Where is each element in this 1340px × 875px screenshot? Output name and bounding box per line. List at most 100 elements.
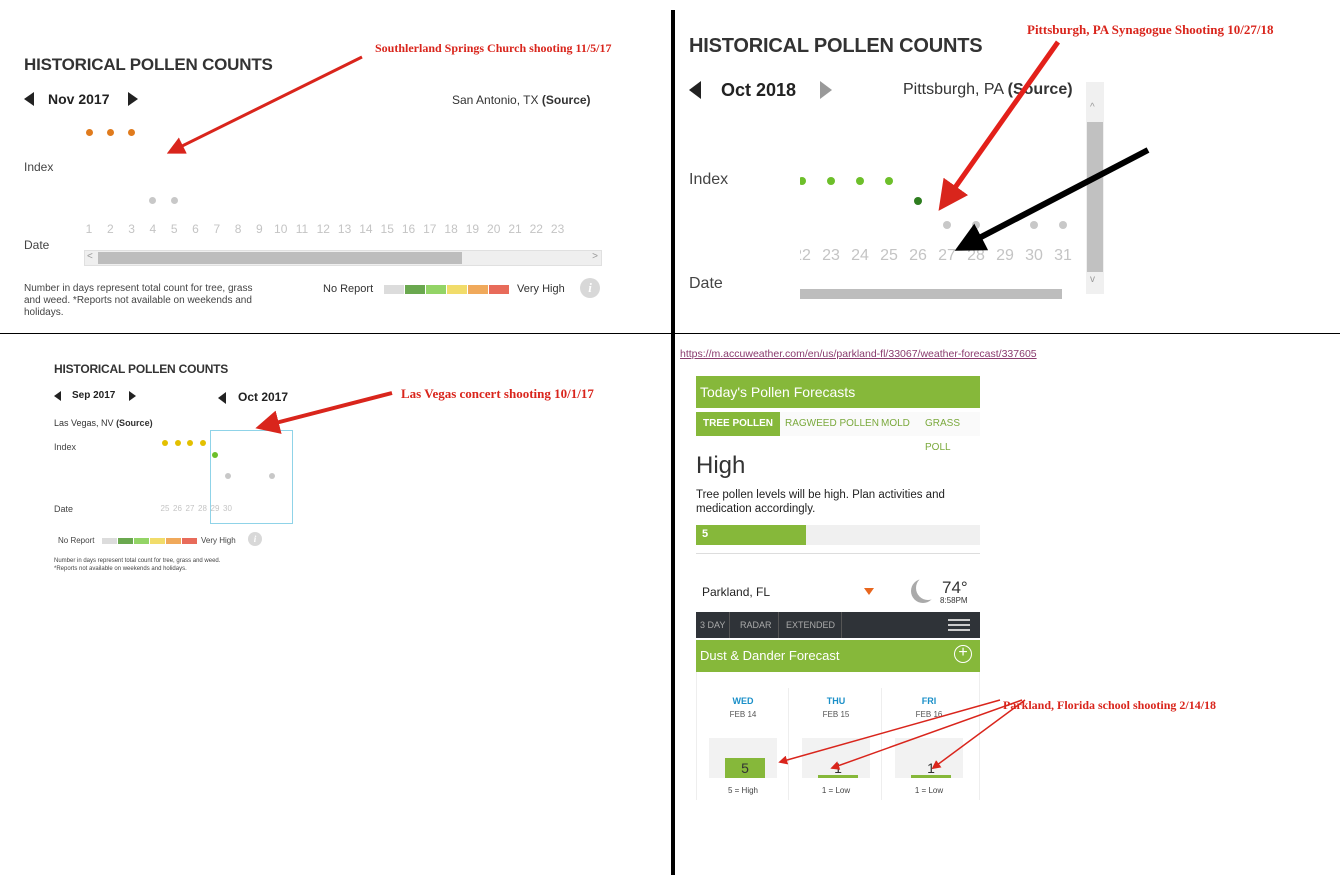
index-dot[interactable] (187, 440, 193, 446)
scrollbar-track[interactable]: < > (84, 250, 602, 266)
day-number: 27 (938, 247, 956, 264)
source-url-link[interactable]: https://m.accuweather.com/en/us/parkland… (680, 348, 1037, 360)
index-dot[interactable] (943, 221, 951, 229)
index-dot[interactable] (914, 197, 922, 205)
prev-month-arrow-icon[interactable] (54, 391, 61, 401)
footnote-line-1: Number in days represent total count for… (54, 558, 221, 564)
day-number: 13 (337, 222, 352, 236)
annotation-texas: Southlerland Springs Church shooting 11/… (375, 41, 612, 55)
forecast-value: 1 (818, 758, 858, 778)
source-link[interactable]: (Source) (542, 93, 591, 107)
index-dot[interactable] (856, 177, 864, 185)
month-label-left: Sep 2017 (72, 390, 116, 401)
next-month-arrow-icon[interactable] (129, 391, 136, 401)
scroll-right-icon[interactable]: > (592, 251, 598, 262)
prev-month-arrow-icon[interactable] (24, 92, 34, 106)
day-number: 15 (380, 222, 394, 236)
index-dot[interactable] (827, 177, 835, 185)
day-number: 17 (423, 222, 437, 236)
forecast-day[interactable]: WED FEB 14 5 5 = High (703, 672, 783, 800)
legend-swatch (166, 538, 181, 544)
day-number: 5 (170, 222, 178, 236)
index-dot[interactable] (199, 440, 206, 446)
tab-mold[interactable]: MOLD (874, 412, 917, 436)
forecast-day[interactable]: FRI FEB 16 1 1 = Low (889, 672, 969, 800)
scroll-left-icon[interactable]: < (87, 251, 93, 262)
day-number: 31 (1054, 247, 1072, 264)
month-label: Nov 2017 (48, 91, 110, 107)
day-number: 8 (234, 222, 242, 236)
source-link[interactable]: (Source) (116, 418, 153, 428)
forecast-value-box: 1 (895, 738, 963, 778)
dust-header: Dust & Dander Forecast + (696, 640, 980, 672)
index-dot[interactable] (1030, 221, 1038, 229)
index-dot[interactable] (800, 177, 806, 185)
index-dot[interactable] (128, 129, 136, 136)
info-icon[interactable]: i (580, 278, 600, 298)
next-month-arrow-icon[interactable] (128, 92, 138, 106)
tab-grass-pollen[interactable]: GRASS POLL (918, 412, 980, 453)
forecast-date: FEB 15 (822, 710, 850, 719)
forecast-day[interactable]: THU FEB 15 1 1 = Low (796, 672, 876, 800)
forecast-dow: FRI (921, 696, 937, 706)
day-number: 16 (401, 222, 416, 236)
forecast-value: 5 (725, 758, 765, 778)
tab-tree-pollen[interactable]: TREE POLLEN (696, 412, 781, 436)
day-number: 22 (800, 247, 811, 264)
location-name: Las Vegas, NV (54, 418, 114, 428)
index-dot[interactable] (972, 221, 980, 229)
city-label[interactable]: Parkland, FL (702, 585, 770, 599)
city-dropdown-icon[interactable] (864, 588, 874, 595)
scrollbar-thumb[interactable] (800, 289, 1062, 299)
pollen-header: Today's Pollen Forecasts (696, 376, 980, 408)
info-icon[interactable]: i (248, 532, 262, 546)
nav-3day[interactable]: 3 DAY (696, 612, 731, 638)
index-dot[interactable] (106, 129, 114, 136)
day-number: 11 (295, 222, 309, 236)
legend-swatch (118, 538, 133, 544)
index-dot[interactable] (212, 452, 218, 458)
scroll-down-icon[interactable]: v (1090, 274, 1095, 285)
next-month-arrow-icon[interactable] (820, 81, 832, 99)
moon-icon (916, 576, 940, 600)
location-name: Pittsburgh, PA (903, 81, 1004, 98)
index-dot[interactable] (162, 440, 168, 446)
index-dot[interactable] (85, 129, 93, 136)
hamburger-menu-icon[interactable] (948, 619, 970, 631)
day-number: 25 (880, 247, 898, 264)
add-icon[interactable]: + (954, 645, 972, 663)
source-link[interactable]: (Source) (1008, 81, 1073, 98)
tab-ragweed-pollen[interactable]: RAGWEED POLLEN (778, 412, 886, 436)
forecast-divider (788, 688, 789, 800)
nav-extended[interactable]: EXTENDED (780, 612, 843, 638)
day-number: 9 (256, 222, 263, 236)
scroll-up-icon[interactable]: ^ (1090, 102, 1095, 113)
vertical-scrollbar[interactable]: ^ v (1086, 82, 1104, 294)
legend-swatch (489, 285, 509, 294)
forecast-date: FEB 16 (915, 710, 943, 719)
prev-month-arrow-icon[interactable] (689, 81, 701, 99)
index-dot[interactable] (885, 177, 893, 185)
forecast-value: 1 (911, 758, 951, 778)
forecast-value-box: 5 (709, 738, 777, 778)
index-dot[interactable] (224, 473, 231, 479)
index-dot[interactable] (174, 440, 181, 446)
day-number: 21 (508, 222, 522, 236)
month-label: Oct 2018 (721, 80, 797, 100)
nav-radar[interactable]: RADAR (734, 612, 779, 638)
scrollbar-thumb[interactable] (1087, 122, 1103, 272)
date-label: Date (54, 504, 74, 514)
forecast-date: FEB 14 (729, 710, 757, 719)
prev-month-arrow-icon-2[interactable] (218, 392, 226, 404)
month-label-right: Oct 2017 (238, 390, 289, 404)
index-dot[interactable] (1059, 221, 1067, 229)
panel-san-antonio: HISTORICAL POLLEN COUNTS Nov 2017 San An… (0, 0, 670, 333)
index-dot[interactable] (149, 197, 157, 204)
legend-high-label: Very High (201, 536, 236, 545)
annotation-vegas: Las Vegas concert shooting 10/1/17 (401, 386, 594, 401)
temperature: 74° (942, 578, 968, 597)
scrollbar-thumb[interactable] (98, 252, 462, 264)
index-dot[interactable] (269, 473, 275, 479)
pollen-bar-track: 5 (696, 525, 980, 545)
index-dot[interactable] (170, 197, 178, 204)
